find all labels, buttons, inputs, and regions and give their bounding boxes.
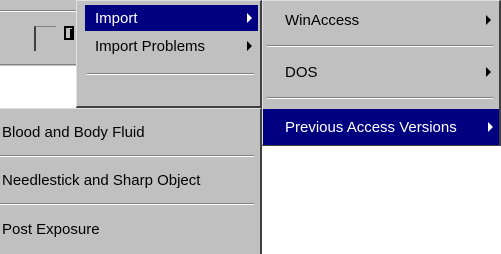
menu-item-label: Post Exposure [2,220,100,238]
menu-item-label: WinAccess [285,11,360,29]
menu-item-post-exposure[interactable]: Post Exposure [0,209,258,249]
menu-separator [267,45,493,47]
toolbar-button-edge[interactable] [34,26,56,51]
import-submenu: WinAccess DOS Previous Access Versions [262,0,501,146]
menu-item-import-problems[interactable]: Import Problems [85,33,258,59]
menu-item-blood-and-body-fluid[interactable]: Blood and Body Fluid [0,113,258,151]
import-problems-submenu: Blood and Body Fluid Needlestick and Sha… [0,108,262,254]
submenu-arrow-icon [247,13,252,23]
menu-item-import[interactable]: Import [85,5,258,31]
toolbar [0,0,86,66]
menu-item-winaccess[interactable]: WinAccess [265,7,497,33]
import-menu: Import Import Problems [76,0,262,108]
menu-item-label: Previous Access Versions [285,118,457,136]
submenu-arrow-icon [488,122,493,132]
toolbar-divider [0,11,86,12]
menu-item-label: Needlestick and Sharp Object [2,171,201,189]
menu-separator [0,203,254,205]
toolbar-divider [0,64,86,65]
menu-item-obscured[interactable] [85,89,258,107]
submenu-arrow-icon [247,41,252,51]
submenu-arrow-icon [486,15,491,25]
menu-item-dos[interactable]: DOS [265,59,497,85]
menu-separator [267,97,493,99]
menu-item-needlestick-and-sharp-object[interactable]: Needlestick and Sharp Object [0,161,258,199]
submenu-arrow-icon [486,67,491,77]
toolbar-icon[interactable] [64,26,74,40]
menu-separator [0,155,254,157]
menu-item-label: Import Problems [95,37,206,55]
menu-item-label: Import [95,9,138,27]
menu-item-previous-access-versions[interactable]: Previous Access Versions [263,109,499,145]
menu-item-label: Blood and Body Fluid [2,123,145,141]
menu-item-label: DOS [285,63,318,81]
menu-separator [87,73,254,75]
